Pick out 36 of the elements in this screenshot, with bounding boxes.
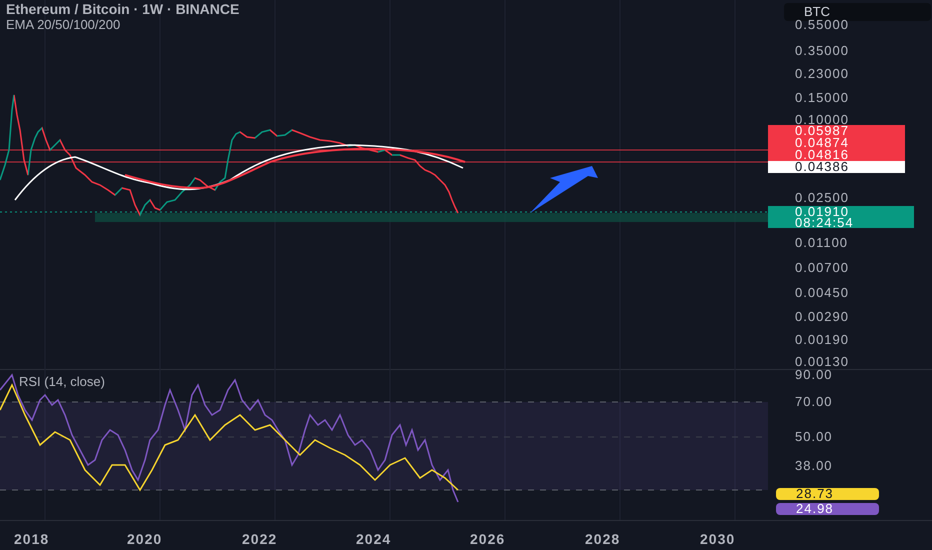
arrow-icon	[530, 166, 598, 213]
price-scale-label: 0.02500	[795, 191, 849, 205]
price-scale-label: 0.00190	[795, 333, 849, 347]
time-axis-label: 2018	[14, 530, 50, 549]
symbol-title: Ethereum / Bitcoin · 1W · BINANCE	[6, 2, 240, 17]
rsi-title: RSI (14, close)	[19, 373, 105, 391]
rsi-scale-label: 70.00	[795, 395, 833, 409]
rsi-scale-label: 38.00	[795, 459, 833, 473]
price-tag: 0.04874	[768, 137, 905, 149]
time-axis-label: 2030	[700, 530, 736, 549]
price-scale-label: 0.15000	[795, 91, 849, 105]
rsi-scale-label: 90.00	[795, 368, 833, 382]
time-axis-label: 2026	[470, 530, 506, 549]
price-scale-label: 0.00290	[795, 310, 849, 324]
price-scale-label: 0.00450	[795, 286, 849, 300]
price-scale-label: 0.00700	[795, 261, 849, 275]
last-price: 0.01910	[795, 206, 849, 217]
time-axis-label: 2024	[356, 530, 392, 549]
price-tag: 0.04386	[768, 161, 905, 173]
price-scale-label: 0.01100	[795, 236, 848, 250]
price-scale-label: 0.10000	[795, 113, 849, 127]
price-scale-label: 0.35000	[795, 44, 849, 58]
price-scale-label: 0.00130	[795, 355, 849, 369]
price-scale-label: 0.23000	[795, 67, 849, 81]
rsi-value-tag: 28.73	[776, 488, 879, 500]
time-axis-label: 2028	[585, 530, 620, 549]
price-tag: 0.05987	[768, 125, 905, 137]
price-scale-label: 0.55000	[795, 18, 849, 32]
price-tag: 0.04816	[768, 149, 905, 161]
time-axis-label: 2020	[127, 530, 162, 549]
rsi-value-tag: 24.98	[776, 503, 879, 515]
rsi-scale-label: 50.00	[795, 430, 833, 444]
bar-countdown: 08:24:54	[795, 217, 855, 228]
currency-button[interactable]: BTC	[784, 3, 931, 21]
time-axis-label: 2022	[242, 530, 278, 549]
indicator-label: EMA 20/50/100/200	[6, 17, 122, 32]
